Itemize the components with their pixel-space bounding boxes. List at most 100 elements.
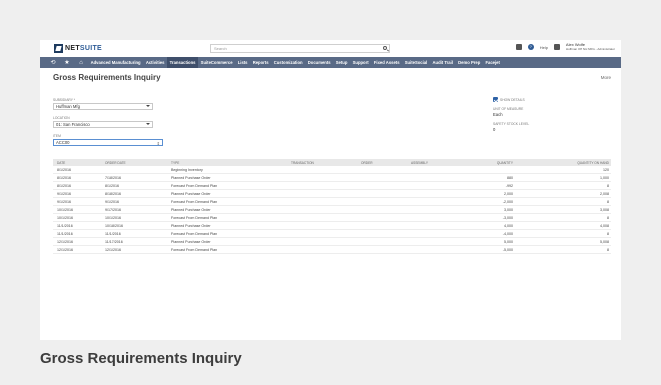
table-cell: Planned Purchase Order [171,240,211,244]
table-cell: 8/18/2016 [105,192,121,196]
table-cell: 8 [607,184,609,188]
safety-stock-label: Safety Stock Level [493,122,530,126]
top-bar: NETSUITE Search ? Help Alex Wolfe Huffma… [40,40,621,57]
table-cell: 3,008 [600,208,609,212]
table-cell: -3,000 [502,216,513,220]
table-cell: 9/1/2016 [57,192,71,196]
nav-support[interactable]: Support [350,57,371,68]
nav-activities[interactable]: Activities [143,57,167,68]
item-value: ACC00 [56,140,70,145]
nav-fixed-assets[interactable]: Fixed Assets [371,57,402,68]
col-quantity[interactable]: Quantity [497,161,513,165]
table-row: 11/1/2016 11/1/2016 Forecast From Demand P… [53,230,611,238]
col-transaction[interactable]: Transaction [291,161,314,165]
uom-value: Each [493,112,503,117]
table-cell: 11/17/2016 [105,240,123,244]
col-order[interactable]: Order [361,161,373,165]
uom-label: Unit of Measure [493,107,524,111]
nav-transactions[interactable]: Transactions [167,57,199,68]
table-cell: 8 [607,216,609,220]
table-cell: 8/1/2016 [105,184,119,188]
nav-suitesocial[interactable]: SuiteSocial [402,57,430,68]
location-select[interactable]: 01: San Francisco [53,121,153,128]
nav-audit-trail[interactable]: Audit Trail [430,57,456,68]
table-cell: 120 [603,168,609,172]
brand-suite: SUITE [79,45,103,52]
location-value: 01: San Francisco [56,122,90,127]
table-cell: Beginning Inventory [171,168,203,172]
table-cell: 8/1/2016 [57,168,71,172]
table-row: 12/1/2016 12/1/2016 Forecast From Demand P… [53,246,611,254]
chevron-down-icon [146,123,150,125]
favorites-star-icon[interactable]: ★ [60,59,74,66]
table-cell: Planned Purchase Order [171,176,211,180]
table-header: Date Order Date Type Transaction Order A… [53,159,611,166]
table-cell: -2,000 [502,200,513,204]
app-window: NETSUITE Search ? Help Alex Wolfe Huffma… [40,40,621,340]
search-placeholder: Search [214,46,227,51]
nav-demo-prep[interactable]: Demo Prep [456,57,483,68]
help-icon[interactable]: ? [527,44,534,50]
user-menu[interactable]: Alex Wolfe Huffman Off Ntc MFG - Adminis… [566,43,615,52]
table-cell: -4,000 [502,232,513,236]
recent-records-icon[interactable] [515,44,522,50]
table-cell: 9/1/2016 [57,200,71,204]
col-quantity-on-hand[interactable]: Quantity on Hand [577,161,609,165]
user-avatar-icon[interactable] [553,44,560,50]
netsuite-logo[interactable]: NETSUITE [54,44,102,53]
table-cell: 7/18/2016 [105,176,121,180]
recent-icon[interactable]: ⟲ [46,59,60,66]
table-cell: Planned Purchase Order [171,224,211,228]
home-icon[interactable]: ⌂ [74,60,88,66]
nav-facejet[interactable]: Facejet [483,57,503,68]
item-input[interactable]: ACC00 ⇕ [53,139,163,146]
nav-documents[interactable]: Documents [305,57,333,68]
nav-customization[interactable]: Customization [271,57,305,68]
table-cell: Planned Purchase Order [171,192,211,196]
table-cell: 5,000 [504,240,513,244]
table-cell: 10/1/2016 [57,216,73,220]
table-row: 11/1/2016 10/18/2016 Planned Purchase Orde… [53,222,611,230]
table-cell: 12/1/2016 [57,248,73,252]
table-cell: 9/17/2016 [105,208,121,212]
table-cell: 3,000 [504,208,513,212]
nav-reports[interactable]: Reports [250,57,271,68]
subsidiary-value: Huffman Mfg [56,104,80,109]
col-type[interactable]: Type [171,161,179,165]
search-icon[interactable] [383,46,387,50]
table-cell: 880 [507,176,513,180]
help-link[interactable]: Help [540,45,548,50]
more-link[interactable]: More [601,75,611,80]
table-cell: 1,000 [600,176,609,180]
col-date[interactable]: Date [57,161,65,165]
table-cell: 2,000 [504,192,513,196]
page-title: Gross Requirements Inquiry [53,73,161,82]
nav-suitecommerce[interactable]: SuiteCommerce [198,57,235,68]
figure-caption: Gross Requirements Inquiry [40,350,242,367]
item-picker-icon[interactable]: ⇕ [157,141,160,146]
nav-advanced-manufacturing[interactable]: Advanced Manufacturing [88,57,143,68]
nav-setup[interactable]: Setup [333,57,350,68]
table-cell: Planned Purchase Order [171,208,211,212]
table-row: 8/1/2016 7/18/2016 Planned Purchase Order 8… [53,174,611,182]
table-cell: -992 [505,184,513,188]
logo-mark-icon [54,44,63,53]
item-label: Item [53,134,61,138]
requirements-table: Date Order Date Type Transaction Order A… [53,159,611,254]
table-cell: 11/1/2016 [105,232,121,236]
nav-lists[interactable]: Lists [235,57,250,68]
table-cell: Forecast From Demand Plan [171,184,218,188]
col-assembly[interactable]: Assembly [411,161,428,165]
table-row: 9/1/2016 9/1/2016 Forecast From Demand Pla… [53,198,611,206]
table-cell: 8 [607,232,609,236]
global-search-input[interactable]: Search [210,44,390,53]
subsidiary-select[interactable]: Huffman Mfg [53,103,153,110]
table-cell: 10/18/2016 [105,224,123,228]
table-cell: 10/1/2016 [105,216,121,220]
table-cell: 10/1/2016 [57,208,73,212]
table-cell: 8 [607,248,609,252]
table-cell: 5,008 [600,240,609,244]
col-order-date[interactable]: Order Date [105,161,126,165]
table-cell: 2,008 [600,192,609,196]
show-details-checkbox[interactable] [493,97,498,102]
